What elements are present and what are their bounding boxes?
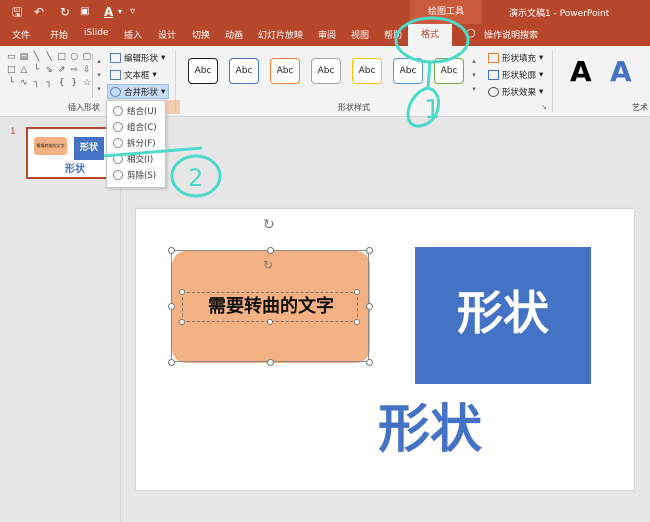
annotation-overlay: 1 2 — [103, 16, 470, 198]
annotation-circle-format-tab — [394, 16, 470, 64]
annotation-label-1: 1 — [424, 95, 441, 125]
annotation-line-2 — [103, 146, 203, 158]
annotation-label-2: 2 — [188, 164, 203, 192]
